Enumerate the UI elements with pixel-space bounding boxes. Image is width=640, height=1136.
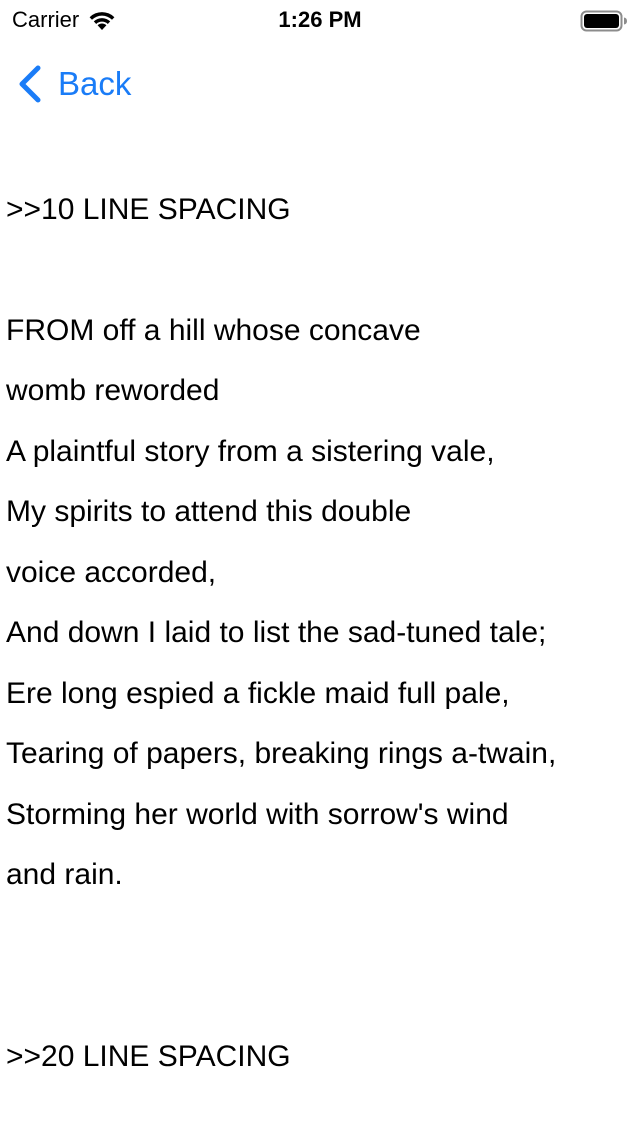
back-button[interactable]: Back — [16, 64, 131, 104]
status-bar: Carrier 1:26 PM — [0, 0, 640, 40]
poem-line: Storming her world with sorrow's wind — [6, 798, 509, 831]
navigation-bar: Back — [0, 40, 640, 128]
section-heading-20: >>20 LINE SPACING — [6, 1040, 291, 1073]
poem-line: and rain. — [6, 858, 123, 891]
back-label: Back — [58, 65, 132, 102]
poem-line: womb reworded — [6, 374, 220, 407]
chevron-left-icon — [19, 65, 41, 103]
poem-line: A plaintful story from a sistering vale, — [6, 435, 495, 468]
poem-line: FROM off a hill whose concave — [6, 314, 421, 347]
poem-line: My spirits to attend this double — [6, 495, 412, 528]
poem-line: voice accorded, — [6, 556, 217, 589]
poem-line: Ere long espied a fickle maid full pale, — [6, 677, 510, 710]
poem-line: Tearing of papers, breaking rings a-twai… — [6, 737, 557, 770]
section-heading-10: >>10 LINE SPACING — [6, 193, 291, 226]
status-time: 1:26 PM — [278, 7, 362, 32]
battery-full-icon — [580, 10, 627, 32]
poem-line: And down I laid to list the sad-tuned ta… — [6, 616, 547, 649]
